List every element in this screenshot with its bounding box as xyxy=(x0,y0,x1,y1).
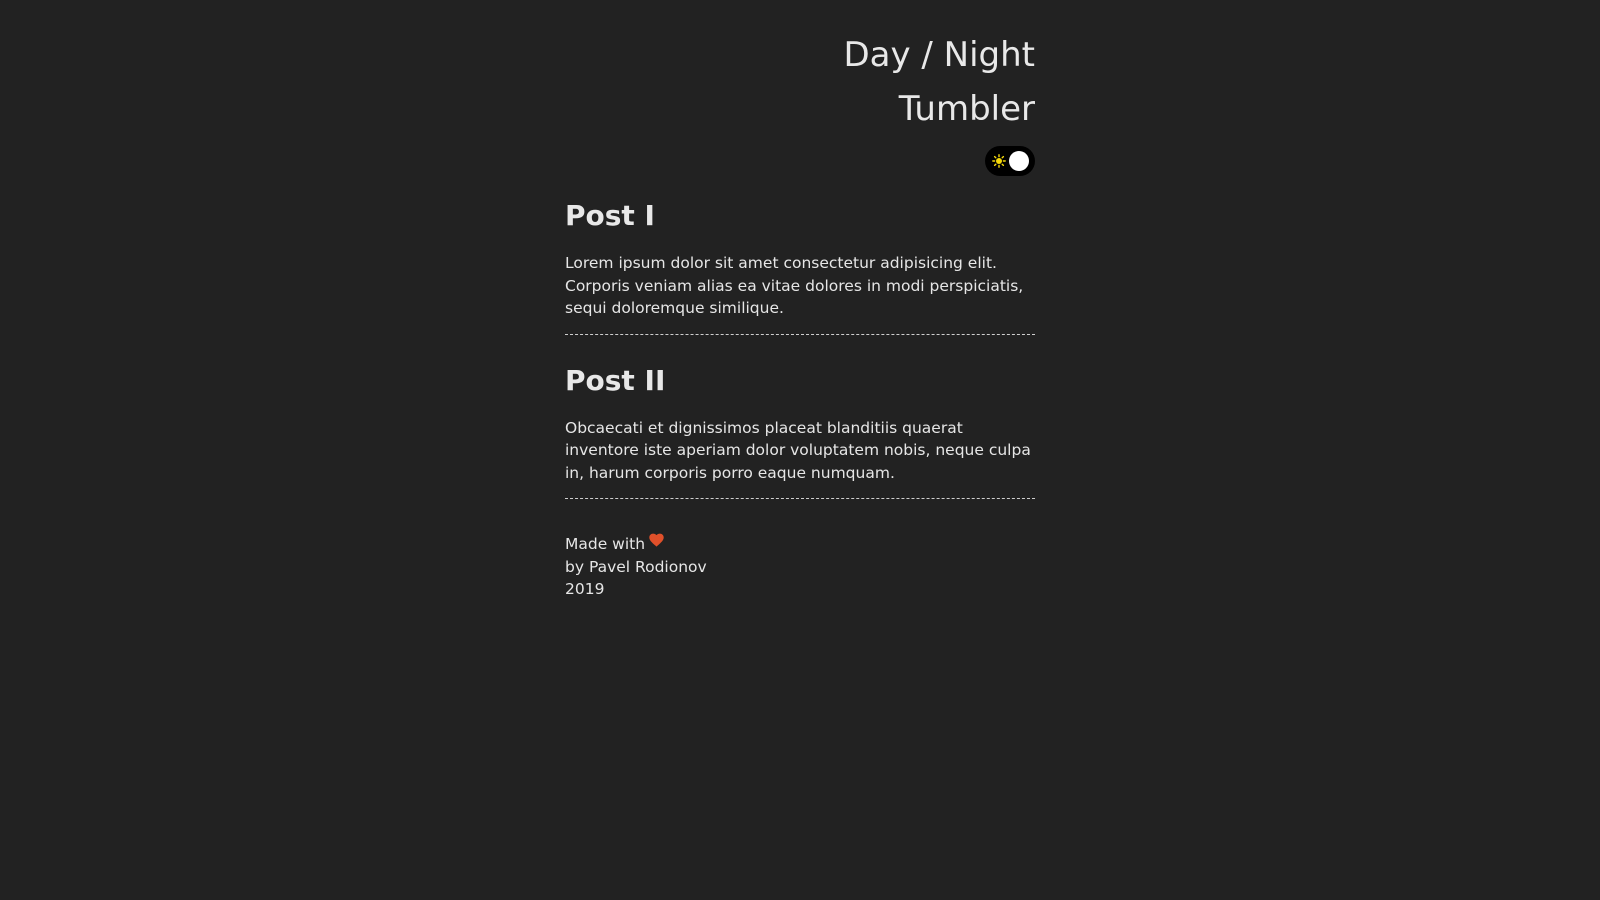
footer-made-with-line: Made with xyxy=(565,533,1035,556)
page-header: Day / Night Tumbler xyxy=(565,28,1035,176)
post-title: Post I xyxy=(565,199,655,232)
page-container: Day / Night Tumbler Post I Lorem ipsum d… xyxy=(565,28,1035,601)
theme-toggle-row xyxy=(565,146,1035,176)
footer-made-with: Made with xyxy=(565,535,646,553)
post-title: Post II xyxy=(565,363,666,397)
post-2: Post II Obcaecati et dignissimos placeat… xyxy=(565,363,1035,499)
post-1: Post I Lorem ipsum dolor sit amet consec… xyxy=(565,198,1035,335)
sun-icon xyxy=(992,154,1006,168)
day-night-toggle[interactable] xyxy=(985,146,1035,176)
footer-year: 2019 xyxy=(565,580,605,598)
toggle-knob[interactable] xyxy=(1009,151,1029,171)
page-footer: Made with by Pavel Rodionov 2019 xyxy=(565,533,1035,601)
site-title: Day / Night Tumbler xyxy=(565,28,1035,136)
footer-author: by Pavel Rodionov xyxy=(565,557,707,576)
post-body: Obcaecati et dignissimos placeat blandit… xyxy=(565,418,1031,482)
site-title-line-1: Day / Night xyxy=(843,35,1035,75)
post-body: Lorem ipsum dolor sit amet consectetur a… xyxy=(565,254,1024,317)
site-title-line-2: Tumbler xyxy=(898,89,1035,129)
heart-icon xyxy=(649,533,664,547)
